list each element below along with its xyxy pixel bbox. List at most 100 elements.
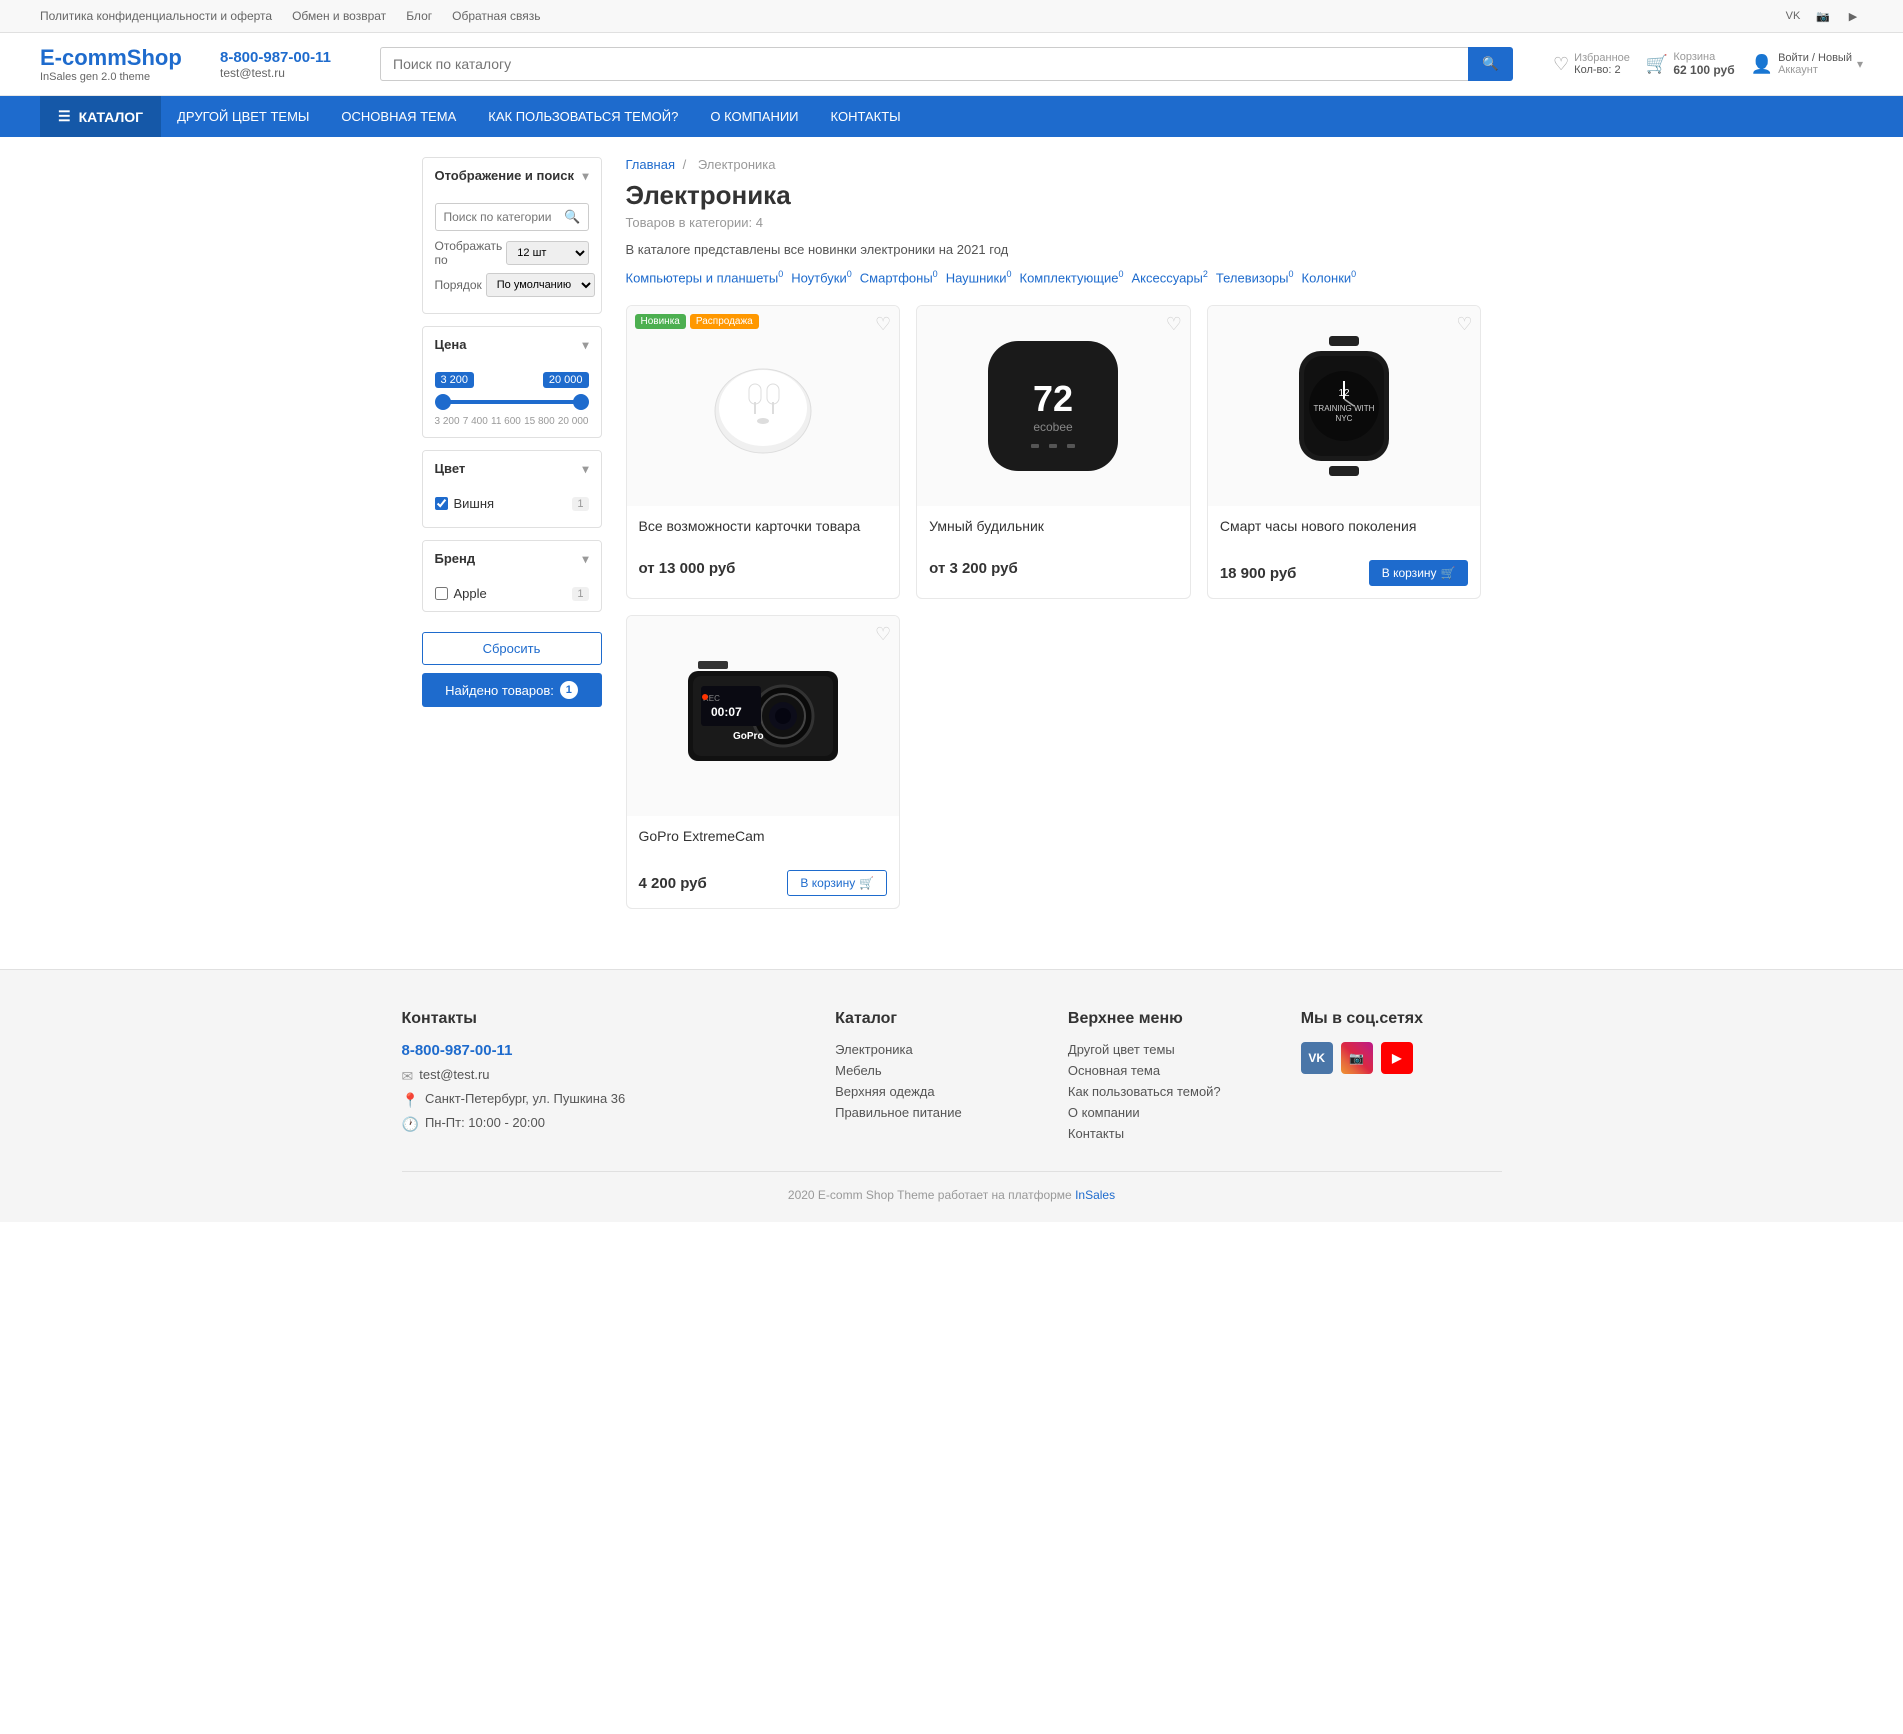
sidebar-price-header[interactable]: Цена ▾ [423, 327, 601, 362]
nav-link-1[interactable]: ОСНОВНАЯ ТЕМА [325, 97, 472, 136]
instagram-icon[interactable]: 📷 [1813, 6, 1833, 26]
youtube-icon[interactable]: ▶ [1843, 6, 1863, 26]
sidebar-brand-header[interactable]: Бренд ▾ [423, 541, 601, 576]
top-bar-links: Политика конфиденциальности и оферта Обм… [40, 9, 541, 23]
wishlist-label: Избранное [1574, 52, 1630, 64]
topbar-link-feedback[interactable]: Обратная связь [452, 9, 540, 23]
wishlist-button-1[interactable]: ♡ [875, 314, 891, 335]
nav-link-4[interactable]: КОНТАКТЫ [815, 97, 917, 136]
nav-link-2[interactable]: КАК ПОЛЬЗОВАТЬСЯ ТЕМОЙ? [472, 97, 694, 136]
subcat-7[interactable]: Колонки0 [1302, 269, 1357, 285]
footer-menu-link-1[interactable]: Основная тема [1068, 1063, 1269, 1078]
topbar-link-privacy[interactable]: Политика конфиденциальности и оферта [40, 9, 272, 23]
sidebar-display-header[interactable]: Отображение и поиск ▾ [423, 158, 601, 193]
subcat-2[interactable]: Смартфоны0 [860, 269, 938, 285]
color-cherry-label[interactable]: Вишня [435, 496, 495, 511]
subcat-3[interactable]: Наушники0 [946, 269, 1012, 285]
footer-menu-link-3[interactable]: О компании [1068, 1105, 1269, 1120]
footer-catalog-link-0[interactable]: Электроника [835, 1042, 1036, 1057]
sidebar-brand-body: Apple 1 [423, 576, 601, 611]
sidebar: Отображение и поиск ▾ 🔍 Отображать по 12… [422, 157, 602, 909]
display-by-row: Отображать по 12 шт [435, 239, 589, 267]
footer-catalog-link-3[interactable]: Правильное питание [835, 1105, 1036, 1120]
footer-insales-link[interactable]: InSales [1075, 1188, 1115, 1202]
footer-bottom-link-text: работает на платформе [938, 1188, 1072, 1202]
nav-link-3[interactable]: О КОМПАНИИ [694, 97, 814, 136]
footer-menu-link-0[interactable]: Другой цвет темы [1068, 1042, 1269, 1057]
range-label-3: 15 800 [524, 416, 555, 427]
footer-youtube-button[interactable]: ▶ [1381, 1042, 1413, 1074]
gopro-image: REC 00:07 GoPro [683, 651, 843, 781]
brand-section-label: Бренд [435, 551, 476, 566]
footer-menu-link-2[interactable]: Как пользоваться темой? [1068, 1084, 1269, 1099]
cart-label-3: В корзину [1382, 566, 1437, 580]
search-button[interactable]: 🔍 [1468, 47, 1513, 81]
subcat-4[interactable]: Комплектующие0 [1020, 269, 1124, 285]
breadcrumb-home[interactable]: Главная [626, 157, 675, 172]
wishlist-button-2[interactable]: ♡ [1166, 314, 1182, 335]
subcat-1[interactable]: Ноутбуки0 [791, 269, 852, 285]
nav-links: ДРУГОЙ ЦВЕТ ТЕМЫ ОСНОВНАЯ ТЕМА КАК ПОЛЬЗ… [161, 96, 917, 137]
sidebar-brand-section: Бренд ▾ Apple 1 [422, 540, 602, 612]
sidebar-color-header[interactable]: Цвет ▾ [423, 451, 601, 486]
topbar-link-blog[interactable]: Блог [406, 9, 432, 23]
product-card-2: ♡ 72 ecobee Умный будильник от 3 200 руб [916, 305, 1191, 599]
products-grid: Новинка Распродажа ♡ [626, 305, 1482, 909]
product-price-row-4: 4 200 руб В корзину 🛒 [639, 870, 888, 896]
product-name-3: Смарт часы нового поколения [1220, 518, 1469, 554]
product-name-4: GoPro ExtremeCam [639, 828, 888, 864]
display-by-select[interactable]: 12 шт [506, 241, 588, 265]
main-container: Отображение и поиск ▾ 🔍 Отображать по 12… [402, 137, 1502, 929]
add-to-cart-button-3[interactable]: В корзину 🛒 [1369, 560, 1469, 586]
footer-menu-link-4[interactable]: Контакты [1068, 1126, 1269, 1141]
footer-hours-text: Пн-Пт: 10:00 - 20:00 [425, 1115, 545, 1130]
found-products-button[interactable]: Найдено товаров: 1 [422, 673, 602, 707]
reset-filters-button[interactable]: Сбросить [422, 632, 602, 665]
footer-instagram-button[interactable]: 📷 [1341, 1042, 1373, 1074]
footer-catalog-link-1[interactable]: Мебель [835, 1063, 1036, 1078]
subcat-0[interactable]: Компьютеры и планшеты0 [626, 269, 784, 285]
nav-link-0[interactable]: ДРУГОЙ ЦВЕТ ТЕМЫ [161, 97, 325, 136]
cart-action[interactable]: 🛒 Корзина 62 100 руб [1646, 51, 1735, 77]
subcat-6[interactable]: Телевизоры0 [1216, 269, 1294, 285]
brand-apple-checkbox[interactable] [435, 587, 448, 600]
hamburger-icon: ☰ [58, 108, 71, 125]
price-chevron-icon: ▾ [582, 338, 588, 352]
footer-vk-button[interactable]: VK [1301, 1042, 1333, 1074]
phone-block: 8-800-987-00-11 test@test.ru [220, 49, 360, 80]
brand-apple-label[interactable]: Apple [435, 586, 487, 601]
brand-apple-count: 1 [572, 587, 588, 601]
range-label-1: 7 400 [463, 416, 488, 427]
footer-phone[interactable]: 8-800-987-00-11 [402, 1042, 804, 1059]
topbar-link-exchange[interactable]: Обмен и возврат [292, 9, 386, 23]
category-search-wrap: 🔍 [435, 203, 589, 231]
add-to-cart-button-4[interactable]: В корзину 🛒 [787, 870, 887, 896]
product-info-3: Смарт часы нового поколения 18 900 руб В… [1208, 506, 1481, 598]
range-handle-min[interactable] [435, 394, 451, 410]
footer-bottom: 2020 E-comm Shop Theme работает на платф… [402, 1172, 1502, 1202]
svg-text:NYC: NYC [1336, 414, 1353, 423]
svg-text:TRAINING WITH: TRAINING WITH [1314, 404, 1375, 413]
product-image-wrap-2: ♡ 72 ecobee [917, 306, 1190, 506]
search-input[interactable] [380, 47, 1468, 81]
header-phone[interactable]: 8-800-987-00-11 [220, 49, 331, 66]
color-cherry-count: 1 [572, 497, 588, 511]
catalog-button[interactable]: ☰ КАТАЛОГ [40, 96, 161, 137]
breadcrumb-current: Электроника [698, 157, 776, 172]
vk-icon[interactable]: VK [1783, 6, 1803, 26]
color-cherry-checkbox[interactable] [435, 497, 448, 510]
footer-catalog-link-2[interactable]: Верхняя одежда [835, 1084, 1036, 1099]
header: E-commShop InSales gen 2.0 theme 8-800-9… [0, 33, 1903, 96]
product-image-wrap-4: ♡ REC 00:07 [627, 616, 900, 816]
found-label: Найдено товаров: [445, 683, 554, 698]
range-handle-max[interactable] [573, 394, 589, 410]
subcat-5[interactable]: Аксессуары2 [1131, 269, 1207, 285]
wishlist-button-4[interactable]: ♡ [875, 624, 891, 645]
wishlist-button-3[interactable]: ♡ [1456, 314, 1472, 335]
account-action[interactable]: 👤 Войти / Новый Аккаунт ▾ [1751, 52, 1863, 76]
product-price-4: 4 200 руб [639, 875, 707, 892]
logo[interactable]: E-commShop InSales gen 2.0 theme [40, 45, 200, 83]
wishlist-action[interactable]: ♡ Избранное Кол-во: 2 [1553, 52, 1630, 76]
order-select[interactable]: По умолчанию [486, 273, 595, 297]
range-label-0: 3 200 [435, 416, 460, 427]
